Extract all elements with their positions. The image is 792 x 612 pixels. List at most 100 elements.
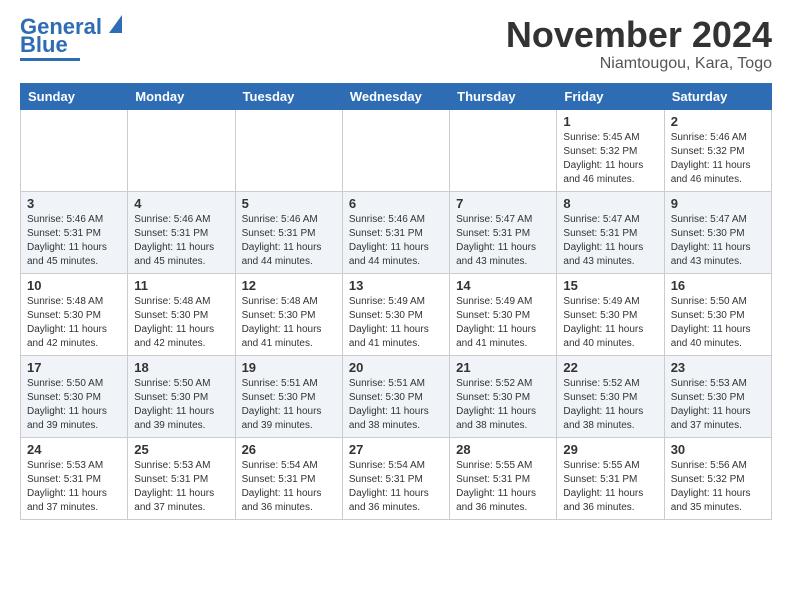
day-number: 19 <box>242 360 336 375</box>
calendar-cell: 23 Sunrise: 5:53 AMSunset: 5:30 PMDayligh… <box>664 355 771 437</box>
day-info: Sunrise: 5:49 AMSunset: 5:30 PMDaylight:… <box>563 295 657 351</box>
day-info: Sunrise: 5:51 AMSunset: 5:30 PMDaylight:… <box>242 377 336 433</box>
day-number: 1 <box>563 114 657 129</box>
calendar-week-row: 10 Sunrise: 5:48 AMSunset: 5:30 PMDayligh… <box>21 273 772 355</box>
header: General Blue November 2024 Niamtougou, K… <box>20 15 772 73</box>
day-number: 13 <box>349 278 443 293</box>
title-block: November 2024 Niamtougou, Kara, Togo <box>506 15 772 73</box>
logo-underline <box>20 58 80 61</box>
calendar-cell: 30 Sunrise: 5:56 AMSunset: 5:32 PMDayligh… <box>664 437 771 519</box>
day-info: Sunrise: 5:55 AMSunset: 5:31 PMDaylight:… <box>456 459 550 515</box>
day-number: 3 <box>27 196 121 211</box>
calendar-cell: 27 Sunrise: 5:54 AMSunset: 5:31 PMDayligh… <box>342 437 449 519</box>
day-info: Sunrise: 5:47 AMSunset: 5:31 PMDaylight:… <box>456 213 550 269</box>
day-number: 2 <box>671 114 765 129</box>
day-info: Sunrise: 5:53 AMSunset: 5:31 PMDaylight:… <box>27 459 121 515</box>
calendar-page: General Blue November 2024 Niamtougou, K… <box>0 0 792 540</box>
day-number: 25 <box>134 442 228 457</box>
calendar-table: SundayMondayTuesdayWednesdayThursdayFrid… <box>20 83 772 520</box>
calendar-cell: 7Sunrise: 5:47 AMSunset: 5:31 PMDaylight… <box>450 191 557 273</box>
calendar-cell: 25Sunrise: 5:53 AMSunset: 5:31 PMDayligh… <box>128 437 235 519</box>
day-number: 22 <box>563 360 657 375</box>
day-number: 30 <box>671 442 765 457</box>
day-number: 16 <box>671 278 765 293</box>
day-number: 26 <box>242 442 336 457</box>
calendar-cell: 12 Sunrise: 5:48 AMSunset: 5:30 PMDayligh… <box>235 273 342 355</box>
calendar-cell <box>235 109 342 191</box>
day-info: Sunrise: 5:46 AMSunset: 5:32 PMDaylight:… <box>671 131 765 187</box>
calendar-cell: 17Sunrise: 5:50 AMSunset: 5:30 PMDayligh… <box>21 355 128 437</box>
day-info: Sunrise: 5:51 AMSunset: 5:30 PMDaylight:… <box>349 377 443 433</box>
day-number: 14 <box>456 278 550 293</box>
weekday-header: Thursday <box>450 83 557 109</box>
day-info: Sunrise: 5:49 AMSunset: 5:30 PMDaylight:… <box>456 295 550 351</box>
location: Niamtougou, Kara, Togo <box>506 55 772 73</box>
weekday-header: Saturday <box>664 83 771 109</box>
month-title: November 2024 <box>506 15 772 55</box>
calendar-cell: 11 Sunrise: 5:48 AMSunset: 5:30 PMDayligh… <box>128 273 235 355</box>
day-number: 8 <box>563 196 657 211</box>
day-info: Sunrise: 5:53 AMSunset: 5:30 PMDaylight:… <box>671 377 765 433</box>
day-number: 10 <box>27 278 121 293</box>
calendar-cell: 8Sunrise: 5:47 AMSunset: 5:31 PMDaylight… <box>557 191 664 273</box>
calendar-cell <box>450 109 557 191</box>
calendar-cell: 19 Sunrise: 5:51 AMSunset: 5:30 PMDayligh… <box>235 355 342 437</box>
day-number: 24 <box>27 442 121 457</box>
calendar-cell: 10Sunrise: 5:48 AMSunset: 5:30 PMDayligh… <box>21 273 128 355</box>
calendar-cell: 6 Sunrise: 5:46 AMSunset: 5:31 PMDaylight… <box>342 191 449 273</box>
day-info: Sunrise: 5:46 AMSunset: 5:31 PMDaylight:… <box>27 213 121 269</box>
weekday-header: Tuesday <box>235 83 342 109</box>
weekday-header: Sunday <box>21 83 128 109</box>
day-info: Sunrise: 5:48 AMSunset: 5:30 PMDaylight:… <box>242 295 336 351</box>
calendar-cell: 24 Sunrise: 5:53 AMSunset: 5:31 PMDayligh… <box>21 437 128 519</box>
day-number: 12 <box>242 278 336 293</box>
calendar-cell: 15 Sunrise: 5:49 AMSunset: 5:30 PMDayligh… <box>557 273 664 355</box>
day-info: Sunrise: 5:45 AMSunset: 5:32 PMDaylight:… <box>563 131 657 187</box>
day-number: 5 <box>242 196 336 211</box>
day-info: Sunrise: 5:48 AMSunset: 5:30 PMDaylight:… <box>134 295 228 351</box>
day-info: Sunrise: 5:52 AMSunset: 5:30 PMDaylight:… <box>456 377 550 433</box>
day-number: 28 <box>456 442 550 457</box>
calendar-cell: 22 Sunrise: 5:52 AMSunset: 5:30 PMDayligh… <box>557 355 664 437</box>
day-number: 17 <box>27 360 121 375</box>
weekday-header: Friday <box>557 83 664 109</box>
calendar-cell: 21 Sunrise: 5:52 AMSunset: 5:30 PMDayligh… <box>450 355 557 437</box>
day-number: 18 <box>134 360 228 375</box>
day-number: 29 <box>563 442 657 457</box>
calendar-cell <box>128 109 235 191</box>
calendar-week-row: 17 Sunrise: 5:50 AMSunset: 5:30 PMDayligh… <box>21 355 772 437</box>
calendar-week-row: 24 Sunrise: 5:53 AMSunset: 5:31 PMDayligh… <box>21 437 772 519</box>
weekday-header: Monday <box>128 83 235 109</box>
day-number: 21 <box>456 360 550 375</box>
day-info: Sunrise: 5:56 AMSunset: 5:32 PMDaylight:… <box>671 459 765 515</box>
day-info: Sunrise: 5:46 AMSunset: 5:31 PMDaylight:… <box>242 213 336 269</box>
day-number: 11 <box>134 278 228 293</box>
calendar-cell: 4Sunrise: 5:46 AMSunset: 5:31 PMDaylight… <box>128 191 235 273</box>
day-info: Sunrise: 5:46 AMSunset: 5:31 PMDaylight:… <box>349 213 443 269</box>
calendar-cell: 26Sunrise: 5:54 AMSunset: 5:31 PMDayligh… <box>235 437 342 519</box>
day-info: Sunrise: 5:50 AMSunset: 5:30 PMDaylight:… <box>671 295 765 351</box>
day-info: Sunrise: 5:49 AMSunset: 5:30 PMDaylight:… <box>349 295 443 351</box>
day-number: 27 <box>349 442 443 457</box>
calendar-cell: 28 Sunrise: 5:55 AMSunset: 5:31 PMDayligh… <box>450 437 557 519</box>
day-info: Sunrise: 5:47 AMSunset: 5:30 PMDaylight:… <box>671 213 765 269</box>
logo-icon <box>104 15 122 33</box>
day-info: Sunrise: 5:50 AMSunset: 5:30 PMDaylight:… <box>134 377 228 433</box>
calendar-week-row: 1 Sunrise: 5:45 AMSunset: 5:32 PMDaylight… <box>21 109 772 191</box>
day-info: Sunrise: 5:52 AMSunset: 5:30 PMDaylight:… <box>563 377 657 433</box>
day-info: Sunrise: 5:55 AMSunset: 5:31 PMDaylight:… <box>563 459 657 515</box>
day-number: 9 <box>671 196 765 211</box>
calendar-cell: 2 Sunrise: 5:46 AMSunset: 5:32 PMDaylight… <box>664 109 771 191</box>
calendar-week-row: 3 Sunrise: 5:46 AMSunset: 5:31 PMDaylight… <box>21 191 772 273</box>
calendar-cell: 29 Sunrise: 5:55 AMSunset: 5:31 PMDayligh… <box>557 437 664 519</box>
day-number: 23 <box>671 360 765 375</box>
calendar-cell <box>342 109 449 191</box>
calendar-cell: 18 Sunrise: 5:50 AMSunset: 5:30 PMDayligh… <box>128 355 235 437</box>
day-number: 15 <box>563 278 657 293</box>
calendar-cell: 20Sunrise: 5:51 AMSunset: 5:30 PMDayligh… <box>342 355 449 437</box>
day-info: Sunrise: 5:54 AMSunset: 5:31 PMDaylight:… <box>349 459 443 515</box>
logo: General Blue <box>20 15 122 61</box>
calendar-cell: 14 Sunrise: 5:49 AMSunset: 5:30 PMDayligh… <box>450 273 557 355</box>
day-number: 6 <box>349 196 443 211</box>
calendar-cell: 3 Sunrise: 5:46 AMSunset: 5:31 PMDaylight… <box>21 191 128 273</box>
